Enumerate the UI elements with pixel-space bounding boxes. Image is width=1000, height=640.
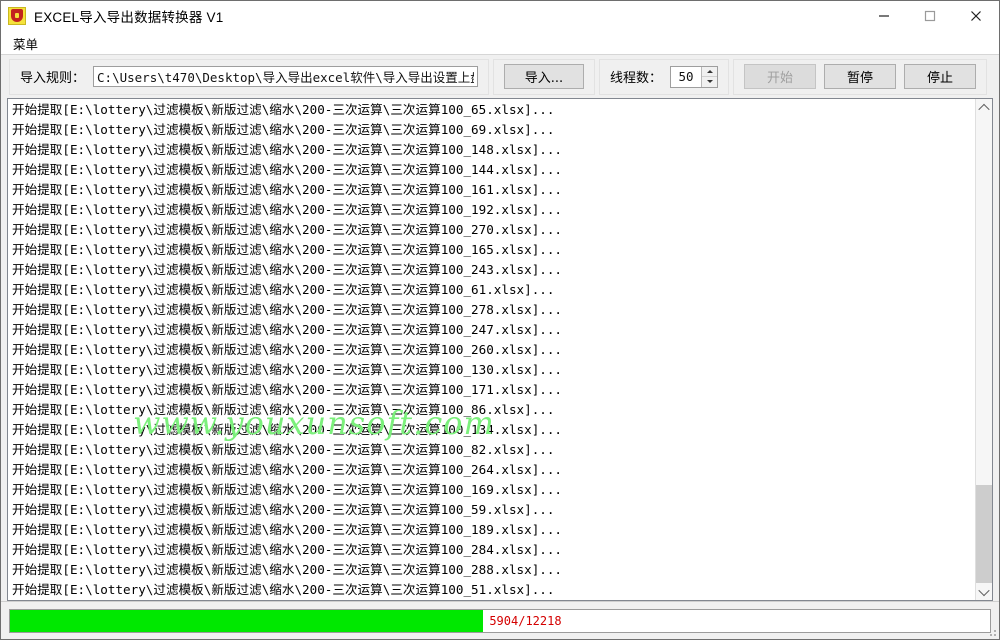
triangle-down-icon [706, 80, 713, 84]
log-line: 开始提取[E:\lottery\过滤模板\新版过滤\缩水\200-三次运算\三次… [12, 142, 563, 157]
log-line: 开始提取[E:\lottery\过滤模板\新版过滤\缩水\200-三次运算\三次… [12, 162, 563, 177]
triangle-up-icon [706, 69, 713, 73]
maximize-icon [924, 10, 936, 22]
run-controls-group: 开始 暂停 停止 [733, 58, 987, 95]
scroll-down-button[interactable] [976, 583, 992, 600]
progress-label: 5904/12218 [489, 613, 562, 628]
toolbar: 导入规则： 导入... 线程数： 50 开始 暂停 停止 [1, 54, 999, 98]
log-panel: www.youxunsoft.com 开始提取[E:\lottery\过滤模板\… [7, 98, 993, 601]
log-line: 开始提取[E:\lottery\过滤模板\新版过滤\缩水\200-三次运算\三次… [12, 422, 563, 437]
import-button[interactable]: 导入... [503, 64, 584, 89]
log-line: 开始提取[E:\lottery\过滤模板\新版过滤\缩水\200-三次运算\三次… [12, 582, 555, 597]
thread-count-stepper[interactable]: 50 [670, 65, 718, 88]
log-line: 开始提取[E:\lottery\过滤模板\新版过滤\缩水\200-三次运算\三次… [12, 382, 563, 397]
log-line: 开始提取[E:\lottery\过滤模板\新版过滤\缩水\200-三次运算\三次… [12, 562, 563, 577]
log-line: 开始提取[E:\lottery\过滤模板\新版过滤\缩水\200-三次运算\三次… [12, 302, 563, 317]
log-line: 开始提取[E:\lottery\过滤模板\新版过滤\缩水\200-三次运算\三次… [12, 442, 555, 457]
scrollbar-thumb[interactable] [976, 484, 992, 590]
log-line-list[interactable]: www.youxunsoft.com 开始提取[E:\lottery\过滤模板\… [8, 99, 975, 600]
maximize-button[interactable] [907, 1, 953, 31]
log-line: 开始提取[E:\lottery\过滤模板\新版过滤\缩水\200-三次运算\三次… [12, 362, 563, 377]
log-line: 开始提取[E:\lottery\过滤模板\新版过滤\缩水\200-三次运算\三次… [12, 402, 555, 417]
log-line: 开始提取[E:\lottery\过滤模板\新版过滤\缩水\200-三次运算\三次… [12, 502, 555, 517]
log-line: 开始提取[E:\lottery\过滤模板\新版过滤\缩水\200-三次运算\三次… [12, 342, 563, 357]
scroll-down-icon [978, 584, 990, 596]
log-line: 开始提取[E:\lottery\过滤模板\新版过滤\缩水\200-三次运算\三次… [12, 482, 563, 497]
log-line: 开始提取[E:\lottery\过滤模板\新版过滤\缩水\200-三次运算\三次… [12, 202, 563, 217]
window-controls [861, 1, 999, 31]
log-line: 开始提取[E:\lottery\过滤模板\新版过滤\缩水\200-三次运算\三次… [12, 522, 563, 537]
thread-count-arrows [701, 66, 717, 87]
resize-grip-icon[interactable] [985, 625, 997, 637]
close-button[interactable] [953, 1, 999, 31]
log-line: 开始提取[E:\lottery\过滤模板\新版过滤\缩水\200-三次运算\三次… [12, 182, 563, 197]
import-rule-input[interactable] [93, 66, 478, 87]
start-button[interactable]: 开始 [744, 64, 816, 89]
scroll-up-button[interactable] [976, 99, 992, 116]
log-line: 开始提取[E:\lottery\过滤模板\新版过滤\缩水\200-三次运算\三次… [12, 282, 555, 297]
app-window: EXCEL导入导出数据转换器 V1 菜单 导入规则： 导入... 线程数： [0, 0, 1000, 640]
log-line: 开始提取[E:\lottery\过滤模板\新版过滤\缩水\200-三次运算\三次… [12, 222, 563, 237]
thread-count-label: 线程数： [609, 71, 662, 86]
log-line: 开始提取[E:\lottery\过滤模板\新版过滤\缩水\200-三次运算\三次… [12, 322, 563, 337]
thread-count-group: 线程数： 50 [598, 58, 729, 95]
log-line: 开始提取[E:\lottery\过滤模板\新版过滤\缩水\200-三次运算\三次… [12, 242, 563, 257]
stepper-up-button[interactable] [702, 66, 717, 77]
log-line: 开始提取[E:\lottery\过滤模板\新版过滤\缩水\200-三次运算\三次… [12, 462, 563, 477]
status-bar: 5904/12218 [1, 601, 999, 639]
close-icon [971, 11, 981, 21]
window-title: EXCEL导入导出数据转换器 V1 [34, 10, 224, 25]
minimize-button[interactable] [861, 1, 907, 31]
menu-bar: 菜单 [1, 32, 999, 54]
import-rule-label: 导入规则： [20, 71, 86, 86]
stop-button[interactable]: 停止 [904, 64, 976, 89]
menu-item-main[interactable]: 菜单 [9, 32, 42, 55]
log-line: 开始提取[E:\lottery\过滤模板\新版过滤\缩水\200-三次运算\三次… [12, 542, 563, 557]
import-rule-group: 导入规则： [9, 58, 489, 95]
thread-count-value[interactable]: 50 [671, 67, 701, 87]
stepper-down-button[interactable] [702, 77, 717, 87]
pause-button[interactable]: 暂停 [824, 64, 896, 89]
log-vertical-scrollbar[interactable] [975, 99, 992, 600]
scroll-up-icon [978, 103, 990, 115]
title-bar: EXCEL导入导出数据转换器 V1 [1, 1, 999, 32]
progress-fill [10, 609, 484, 632]
log-line: 开始提取[E:\lottery\过滤模板\新版过滤\缩水\200-三次运算\三次… [12, 102, 555, 117]
app-shield-icon [8, 7, 26, 25]
import-button-group: 导入... [492, 58, 595, 95]
minimize-icon [879, 15, 889, 17]
log-line: 开始提取[E:\lottery\过滤模板\新版过滤\缩水\200-三次运算\三次… [12, 122, 555, 137]
log-line: 开始提取[E:\lottery\过滤模板\新版过滤\缩水\200-三次运算\三次… [12, 262, 563, 277]
progress-bar: 5904/12218 [9, 608, 991, 633]
